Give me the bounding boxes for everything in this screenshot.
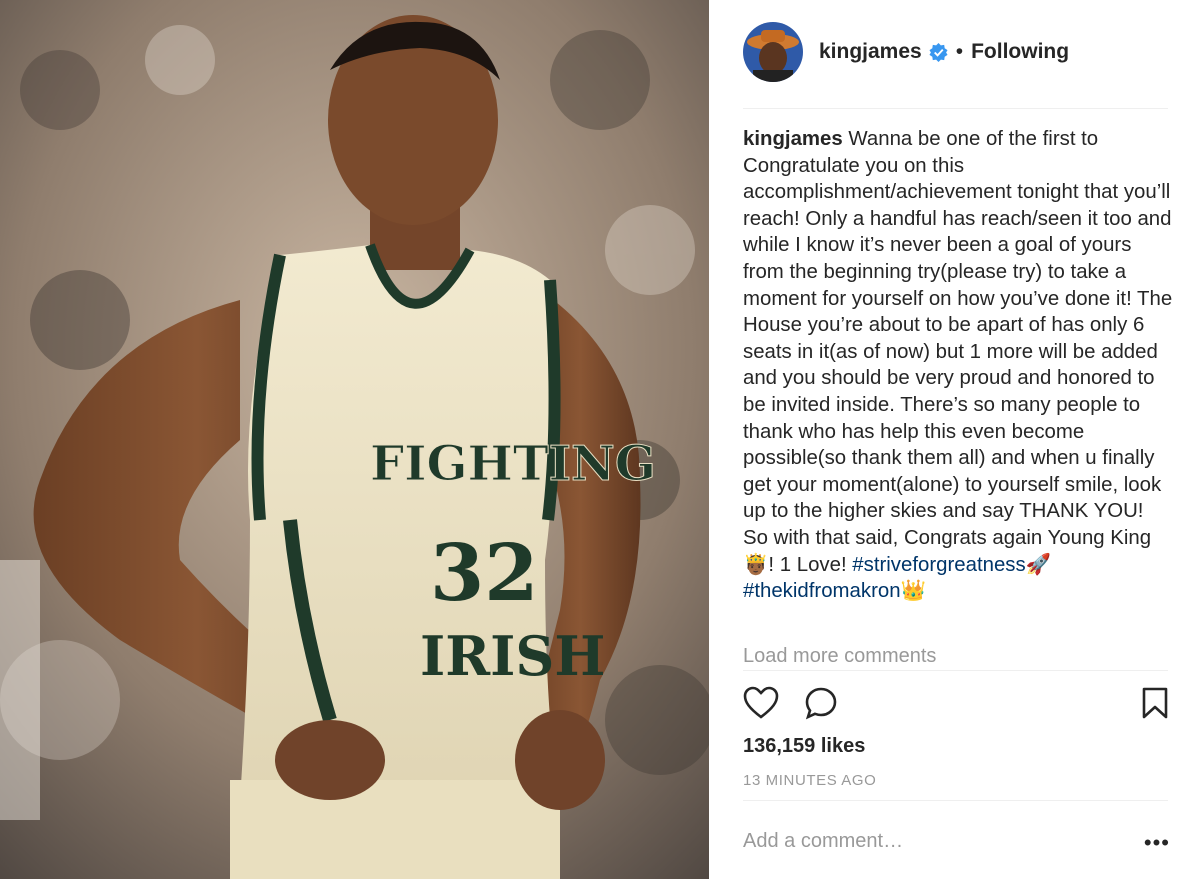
comment-divider xyxy=(743,800,1168,801)
post-caption: kingjames Wanna be one of the first to C… xyxy=(743,126,1173,605)
heart-icon[interactable] xyxy=(743,686,779,725)
post-photo[interactable]: FIGHTING 32 IRISH xyxy=(0,0,709,879)
caption-text: Wanna be one of the first to Congratulat… xyxy=(743,128,1173,576)
hashtag-link[interactable]: #striveforgreatness🚀 xyxy=(852,554,1051,576)
username[interactable]: kingjames xyxy=(819,40,922,64)
load-more-comments-link[interactable]: Load more comments xyxy=(743,645,936,668)
post-header: kingjames • Following xyxy=(743,22,1069,82)
post-side-panel: kingjames • Following kingjames Wanna be… xyxy=(709,0,1200,879)
comment-icon[interactable] xyxy=(804,686,838,725)
add-comment-input[interactable]: Add a comment… xyxy=(743,830,903,853)
hashtag-link[interactable]: #thekidfromakron👑 xyxy=(743,580,926,602)
avatar[interactable] xyxy=(743,22,803,82)
jersey-text-bottom: IRISH xyxy=(420,624,605,688)
likes-count[interactable]: 136,159 likes xyxy=(743,735,865,758)
post-actions xyxy=(743,686,1169,724)
more-options-icon[interactable]: ••• xyxy=(1144,830,1170,856)
bookmark-icon[interactable] xyxy=(1141,686,1169,725)
separator-dot: • xyxy=(955,40,964,63)
following-button[interactable]: Following xyxy=(971,40,1069,64)
actions-divider xyxy=(743,670,1168,671)
jersey-number: 32 xyxy=(430,528,539,619)
post-timestamp: 13 MINUTES AGO xyxy=(743,772,877,789)
jersey-text-top: FIGHTING xyxy=(370,436,656,492)
verified-badge-icon xyxy=(929,42,948,62)
caption-username[interactable]: kingjames xyxy=(743,128,843,150)
header-divider xyxy=(743,108,1168,109)
